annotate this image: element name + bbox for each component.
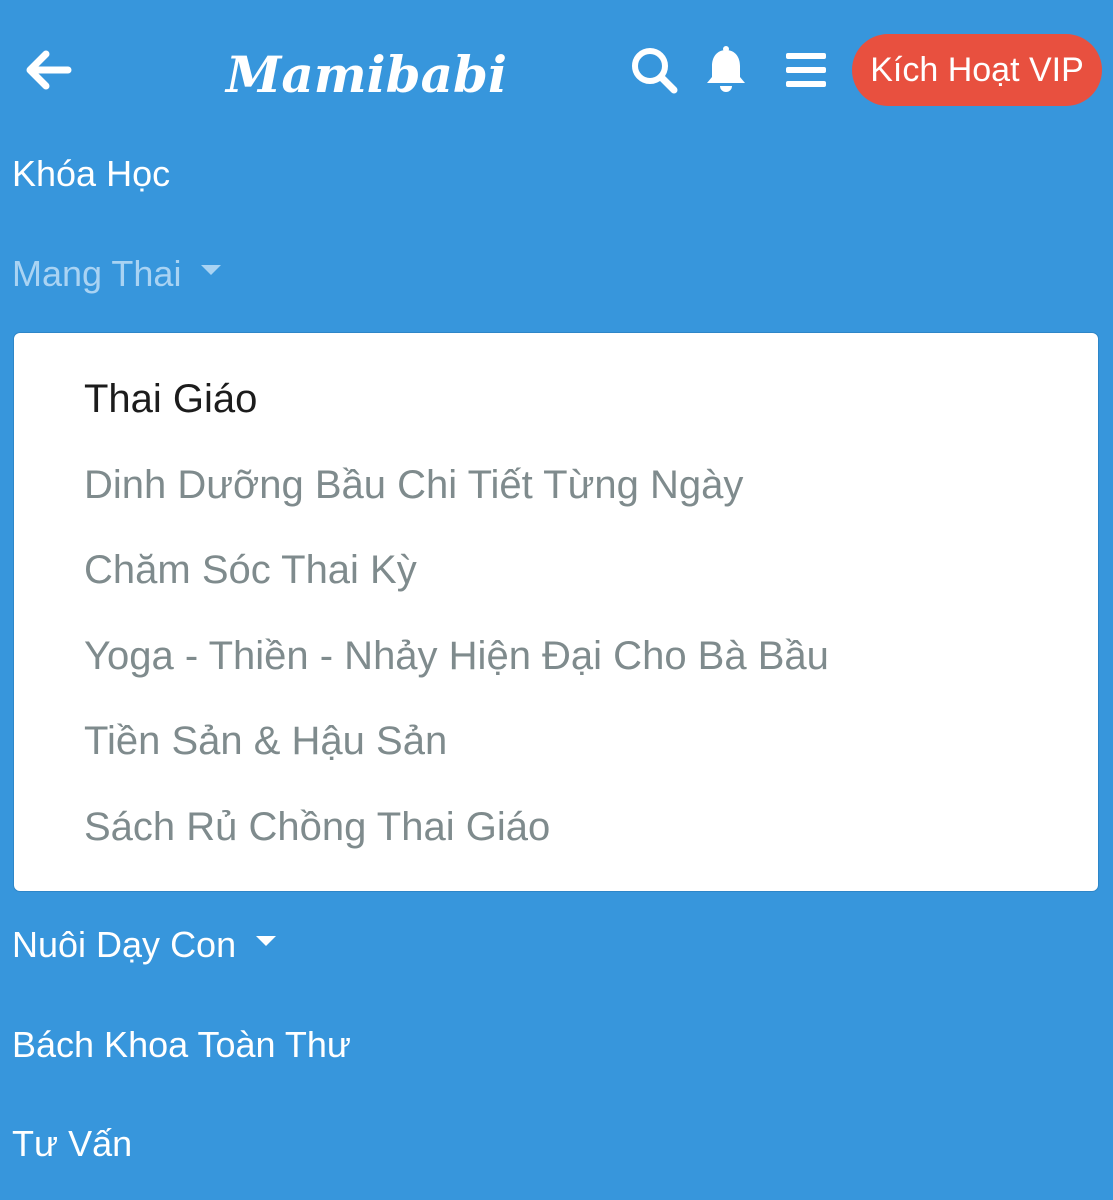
dropdown-item-yoga-thien[interactable]: Yoga - Thiền - Nhảy Hiện Đại Cho Bà Bầu [84, 628, 829, 684]
nav-item-khoa-hoc[interactable]: Khóa Học [12, 150, 170, 198]
caret-down-icon [256, 936, 277, 947]
dropdown-item-thai-giao[interactable]: Thai Giáo [84, 371, 257, 427]
dropdown-item-cham-soc-thai-ky[interactable]: Chăm Sóc Thai Kỳ [84, 542, 417, 598]
nav-item-nuoi-day-con[interactable]: Nuôi Dạy Con [12, 921, 277, 969]
caret-down-icon [201, 265, 222, 276]
nav-item-label: Mang Thai [12, 253, 182, 294]
dropdown-item-tien-san-hau-san[interactable]: Tiền Sản & Hậu Sản [84, 713, 447, 769]
back-arrow-icon [26, 50, 72, 90]
brand-logo[interactable]: Mamibabi [226, 40, 507, 110]
nav-item-label: Nuôi Dạy Con [12, 924, 237, 965]
nav-item-label: Tư Vấn [12, 1123, 133, 1164]
dropdown-item-dinh-duong-bau[interactable]: Dinh Dưỡng Bầu Chi Tiết Từng Ngày [84, 457, 743, 513]
dropdown-item-sach-ru-chong[interactable]: Sách Rủ Chồng Thai Giáo [84, 799, 550, 855]
back-button[interactable] [22, 44, 74, 96]
mang-thai-dropdown-menu: Thai Giáo Dinh Dưỡng Bầu Chi Tiết Từng N… [13, 332, 1099, 892]
nav-item-bach-khoa-toan-thu[interactable]: Bách Khoa Toàn Thư [12, 1021, 351, 1069]
notification-button[interactable] [700, 44, 752, 96]
search-button[interactable] [628, 44, 680, 96]
menu-button[interactable] [780, 44, 832, 96]
hamburger-menu-icon [786, 53, 826, 87]
nav-item-mang-thai[interactable]: Mang Thai [12, 250, 222, 298]
activate-vip-button[interactable]: Kích Hoạt VIP [852, 34, 1102, 106]
bell-icon [707, 46, 745, 92]
nav-item-tu-van[interactable]: Tư Vấn [12, 1120, 132, 1168]
nav-item-label: Khóa Học [12, 153, 171, 194]
top-header: Mamibabi Kích Hoạt VIP [0, 0, 1113, 140]
search-icon [632, 48, 678, 94]
nav-item-label: Bách Khoa Toàn Thư [12, 1024, 352, 1065]
